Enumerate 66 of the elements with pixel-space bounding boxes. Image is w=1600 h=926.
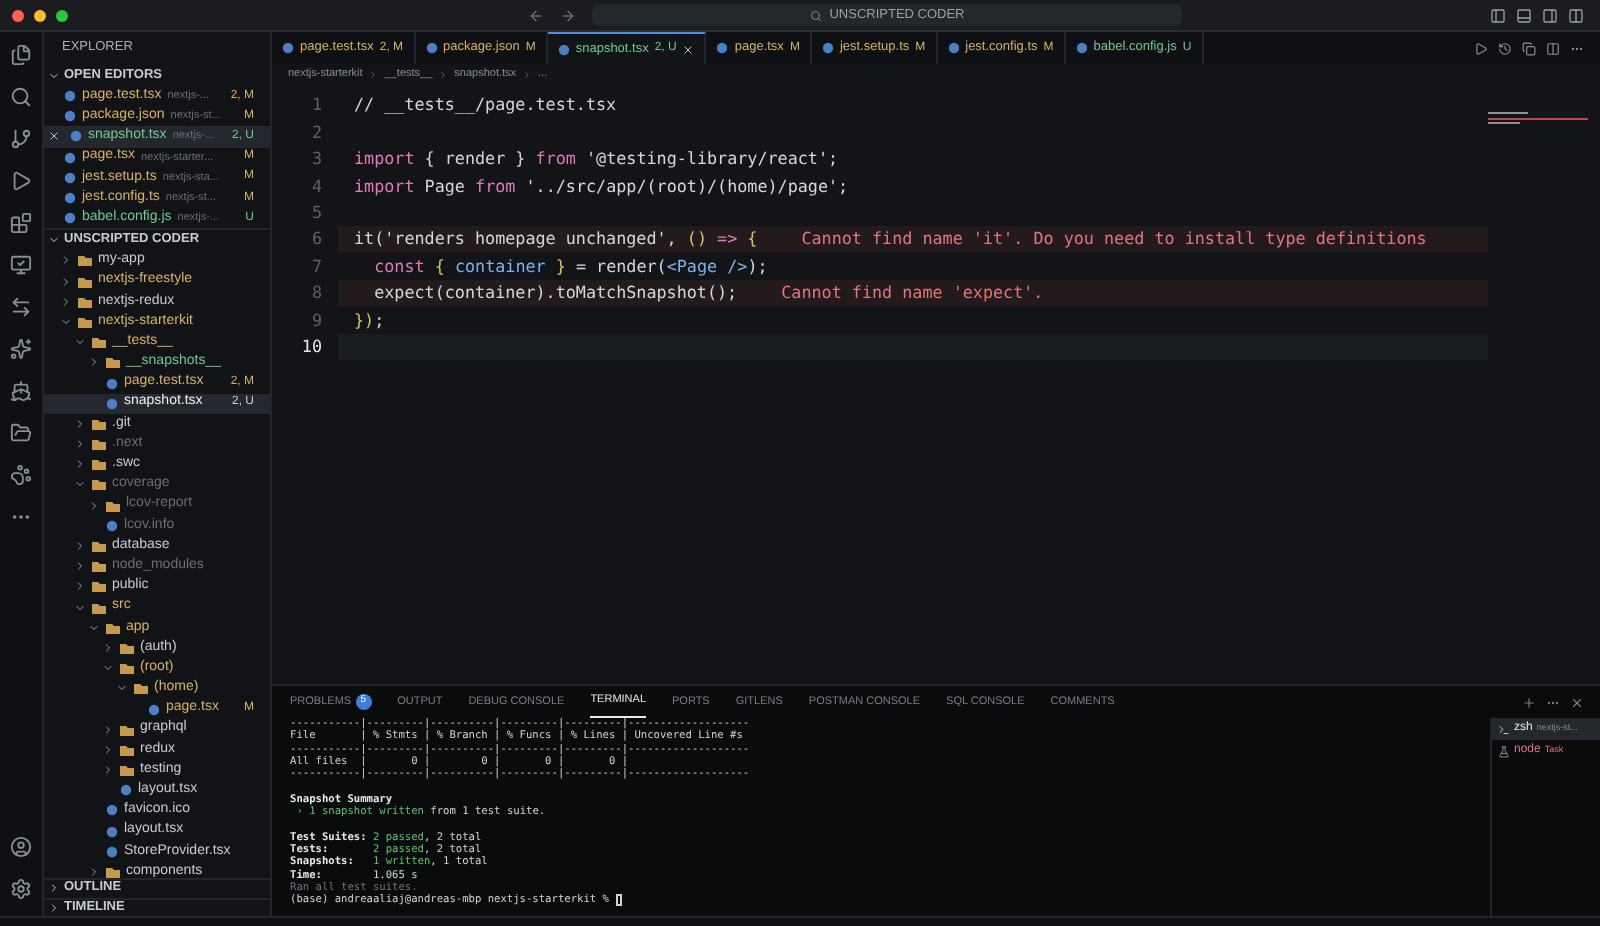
line-number: 7: [309, 253, 324, 279]
ship-icon[interactable]: [10, 380, 32, 402]
chevron-icon: [88, 866, 100, 878]
branch-icon[interactable]: [10, 128, 32, 150]
file-icon: [148, 703, 160, 716]
blocks-icon[interactable]: [10, 212, 32, 234]
code-line: it('renders homepage unchanged', () => {: [354, 226, 758, 252]
folder-icon: [106, 866, 120, 878]
line-number: 5: [309, 199, 324, 226]
line-number: 2: [309, 119, 324, 145]
line-number: 1: [309, 92, 324, 118]
separator-icon: [438, 70, 449, 80]
file-icon: [425, 42, 438, 54]
paw-icon[interactable]: [10, 464, 32, 486]
code-line: import { render } from '@testing-library/react';: [354, 146, 839, 172]
close-icon[interactable]: [682, 43, 695, 55]
layout-icon[interactable]: [1568, 7, 1584, 23]
line-number: 3: [309, 146, 324, 172]
code-line: // __tests__/page.test.tsx: [354, 92, 617, 118]
code-line: import Page from '../src/app/(root)/(home)/page';: [354, 173, 849, 199]
terminal-icon: [1498, 723, 1510, 735]
secondary-sidebar-icon[interactable]: [1542, 7, 1558, 23]
line-number: 10: [299, 333, 324, 360]
play-icon[interactable]: [10, 170, 32, 192]
compare-icon[interactable]: [1522, 41, 1536, 55]
separator-icon: [522, 70, 533, 80]
line-number: 9: [309, 307, 324, 333]
history-icon[interactable]: [1498, 41, 1512, 55]
file-icon: [106, 519, 118, 532]
files-icon[interactable]: [10, 44, 32, 66]
panel-toggle-icon[interactable]: [1516, 7, 1532, 23]
code-line: });: [354, 307, 385, 333]
split-icon[interactable]: [1546, 41, 1560, 55]
close-icon[interactable]: [1570, 695, 1584, 709]
search-icon: [809, 9, 822, 21]
flask-icon: [1498, 745, 1510, 757]
account-icon[interactable]: [10, 836, 32, 858]
file-icon: [947, 42, 960, 54]
line-number: 6: [309, 226, 324, 252]
code-line: const { container } = render(<Page />);: [372, 253, 768, 279]
file-icon: [557, 43, 570, 55]
cursor: [615, 894, 622, 907]
settings-icon[interactable]: [10, 878, 32, 900]
minimap: [1488, 112, 1588, 124]
line-number: 8: [309, 280, 324, 306]
sparkle-icon[interactable]: [10, 338, 32, 360]
file-icon: [821, 42, 834, 54]
error-message: Cannot find name 'expect'.: [781, 280, 1044, 306]
arrows-icon[interactable]: [10, 296, 32, 318]
close-icon[interactable]: [48, 130, 60, 143]
file-icon: [1075, 42, 1088, 54]
line-number: 4: [309, 173, 324, 199]
chevron-icon[interactable]: [48, 69, 60, 81]
folder-icon[interactable]: [10, 422, 32, 444]
file-icon: [716, 42, 729, 54]
run-icon[interactable]: [1474, 41, 1488, 55]
forward-icon[interactable]: [560, 7, 576, 23]
search-icon[interactable]: [10, 86, 32, 108]
new-terminal-icon[interactable]: [1522, 695, 1536, 709]
monitor-icon[interactable]: [10, 254, 32, 276]
sidebar-toggle-icon[interactable]: [1490, 7, 1506, 23]
error-message: Cannot find name 'it'. Do you need to install type definitions: [801, 226, 1427, 252]
code-line: expect(container).toMatchSnapshot();: [372, 280, 738, 306]
back-icon[interactable]: [528, 7, 544, 23]
file-icon: [282, 42, 294, 54]
separator-icon: [368, 70, 379, 80]
